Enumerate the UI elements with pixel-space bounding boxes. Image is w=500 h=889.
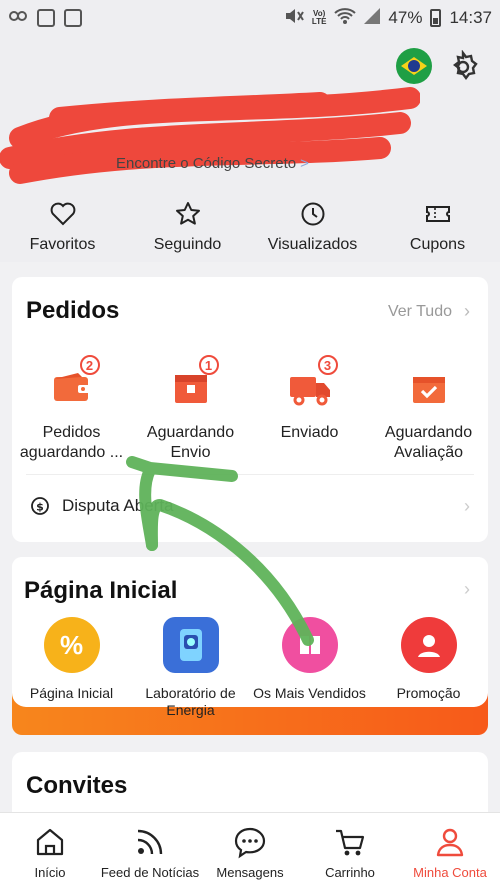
chevron-right-icon[interactable]: ›	[464, 579, 470, 600]
chevron-right-icon: >	[300, 155, 309, 172]
home-promotion[interactable]: Promoção	[369, 617, 488, 719]
chevron-right-icon: ›	[464, 496, 470, 516]
calendar-icon	[37, 9, 55, 27]
chat-icon	[234, 827, 266, 859]
order-count-badge: 2	[79, 355, 100, 375]
secret-code-label: Encontre o Código Secreto	[116, 155, 297, 172]
nav-messages-label: Mensagens	[216, 865, 284, 880]
nav-home[interactable]: Início	[0, 813, 100, 889]
orders-title: Pedidos	[26, 297, 120, 324]
nav-feed-label: Feed de Notícias	[100, 865, 200, 880]
promo-icon	[400, 617, 457, 673]
heart-icon	[50, 202, 75, 226]
nav-feed[interactable]: Feed de Notícias	[100, 813, 200, 889]
bottom-navigation: Início Feed de Notícias Mensagens Carrin…	[0, 812, 500, 889]
home-icon	[36, 828, 64, 856]
energy-lab-icon	[162, 617, 219, 673]
star-icon	[175, 202, 200, 225]
quick-viewed[interactable]: Visualizados	[250, 196, 375, 262]
order-awaiting-review[interactable]: Aguardando Avaliação	[369, 363, 488, 463]
order-label: Pedidos aguardando ...	[19, 424, 124, 461]
battery-icon	[430, 9, 442, 27]
screenshot-icon	[64, 9, 82, 27]
quick-favorites[interactable]: Favoritos	[0, 196, 125, 262]
quick-links: Favoritos Seguindo Visualizados Cupons	[0, 196, 500, 262]
quick-coupons-label: Cupons	[409, 236, 466, 253]
home-item-label: Os Mais Vendidos	[253, 685, 366, 701]
quick-following[interactable]: Seguindo	[125, 196, 250, 262]
notification-icon	[8, 7, 28, 30]
quick-coupons[interactable]: Cupons	[375, 196, 500, 262]
nav-messages[interactable]: Mensagens	[200, 813, 300, 889]
order-awaiting-shipment[interactable]: 1 Aguardando Envio	[131, 355, 250, 463]
quick-viewed-label: Visualizados	[267, 236, 358, 253]
percent-icon: %	[43, 617, 100, 673]
home-best-sellers[interactable]: Os Mais Vendidos	[250, 617, 369, 719]
coupon-icon	[425, 206, 450, 222]
nav-cart[interactable]: Carrinho	[300, 813, 400, 889]
invites-title: Convites	[26, 772, 128, 799]
order-count-badge: 3	[317, 355, 338, 375]
truck-icon: 3	[286, 355, 338, 411]
wallet-icon: 2	[48, 355, 100, 411]
lte-icon: Vo) LTE	[311, 9, 327, 26]
home-item-label: Página Inicial	[29, 685, 114, 701]
dispute-icon: $	[31, 497, 49, 515]
clock-time: 14:37	[449, 8, 492, 27]
quick-following-label: Seguindo	[153, 236, 222, 253]
chevron-right-icon: ›	[464, 301, 470, 321]
feed-icon	[137, 829, 163, 855]
mute-icon	[284, 7, 304, 30]
best-sellers-icon	[281, 617, 338, 673]
home-card: Página Inicial › % Página Inicial Labora…	[12, 557, 488, 735]
divider	[26, 474, 474, 475]
home-main-page[interactable]: % Página Inicial	[12, 617, 131, 719]
clock-icon	[301, 202, 324, 226]
home-item-label: Laboratório de Energia	[145, 685, 236, 718]
review-icon	[405, 363, 453, 411]
see-all-label: Ver Tudo	[387, 302, 452, 320]
cart-icon	[336, 829, 365, 856]
open-dispute-link[interactable]: $ Disputa Aberta	[30, 496, 174, 516]
box-icon: 1	[167, 355, 219, 411]
see-all-orders-link[interactable]: Ver Tudo ›	[388, 301, 470, 322]
order-count-badge: 1	[198, 355, 219, 375]
home-title: Página Inicial	[24, 577, 178, 604]
order-shipped[interactable]: 3 Enviado	[250, 355, 369, 463]
secret-code-link[interactable]: Encontre o Código Secreto >	[116, 155, 309, 172]
nav-account[interactable]: Minha Conta	[400, 813, 500, 889]
order-pending-payment[interactable]: 2 Pedidos aguardando ...	[12, 355, 131, 463]
wifi-icon	[334, 7, 357, 30]
quick-favorites-label: Favoritos	[29, 236, 96, 253]
signal-icon	[364, 7, 381, 29]
home-energy-lab[interactable]: Laboratório de Energia	[131, 617, 250, 719]
orders-card: Pedidos Ver Tudo › 2 Pedidos aguardando …	[12, 277, 488, 542]
nav-cart-label: Carrinho	[325, 865, 375, 880]
order-label: Enviado	[280, 424, 339, 441]
battery-percent: 47%	[388, 8, 423, 27]
account-icon	[436, 828, 464, 857]
order-label: Aguardando Avaliação	[384, 424, 473, 461]
status-bar: Vo) LTE 47% 14:37	[0, 0, 500, 36]
nav-account-label: Minha Conta	[413, 865, 487, 880]
svg-text:$: $	[36, 501, 44, 514]
order-label: Aguardando Envio	[146, 424, 235, 461]
dispute-label: Disputa Aberta	[62, 496, 174, 515]
home-item-label: Promoção	[396, 685, 461, 701]
settings-gear-icon[interactable]	[446, 49, 480, 84]
nav-home-label: Início	[34, 865, 66, 880]
